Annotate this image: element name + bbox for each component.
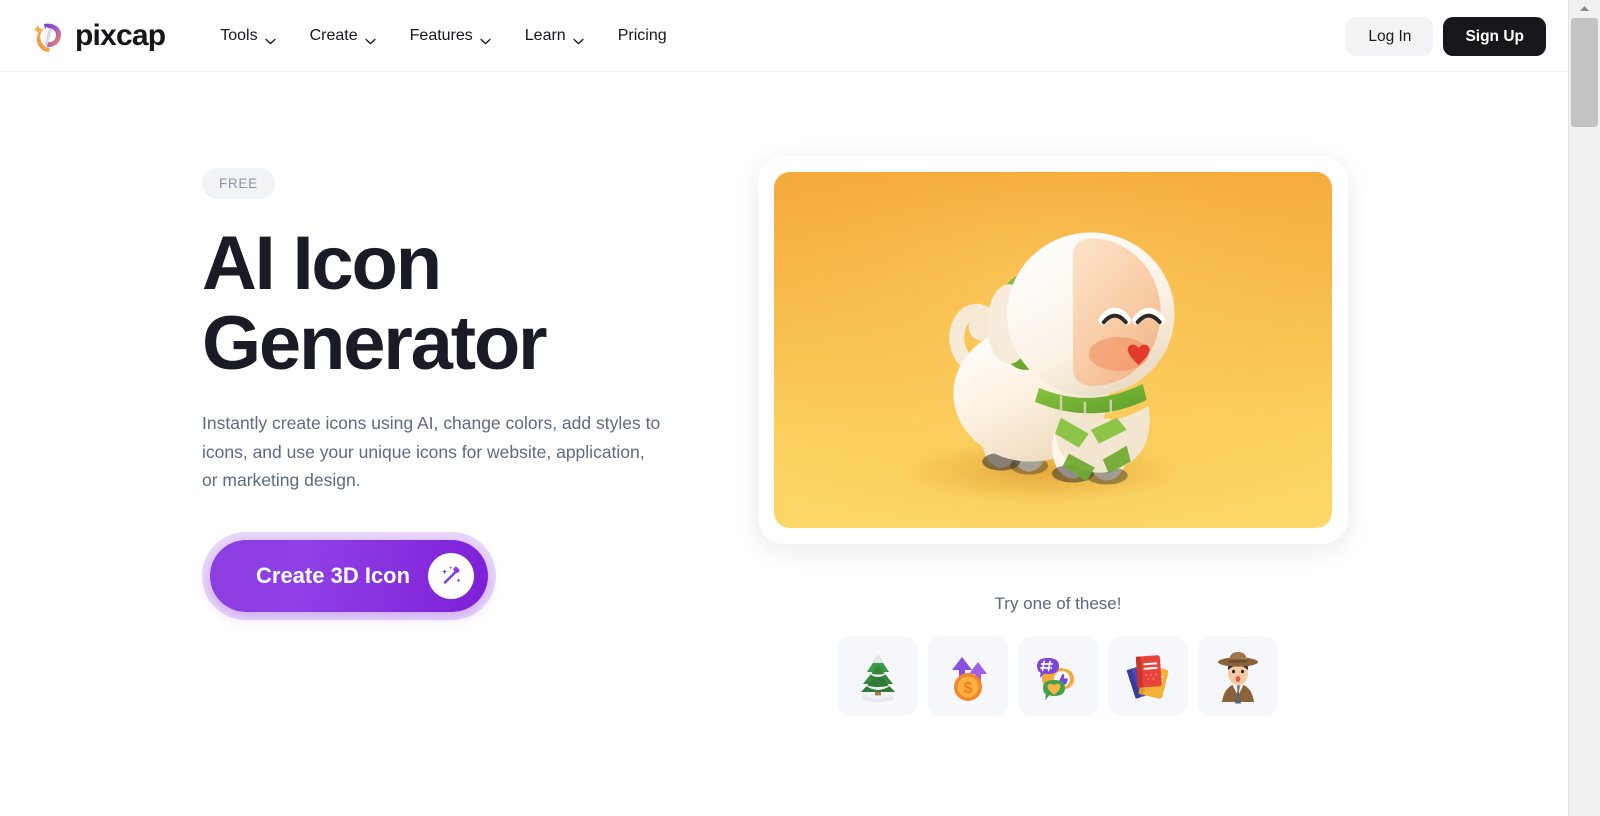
nav-item-label: Features [409, 26, 473, 44]
pixcap-balloon-logo-icon [32, 19, 66, 53]
try-one-label: Try one of these! [994, 594, 1122, 613]
detective-character-icon [1218, 652, 1258, 704]
page-scrollbar[interactable] [1568, 0, 1600, 816]
brand-logo-link[interactable]: pixcap [32, 18, 166, 53]
suggestion-thumbnails: $ [758, 636, 1358, 716]
svg-text:$: $ [964, 680, 973, 697]
page-title-line-1: AI Icon [202, 221, 442, 306]
header-actions: Log In Sign Up [1346, 17, 1546, 56]
thumbnail-social-chat-bubbles[interactable] [1018, 636, 1098, 716]
signup-button[interactable]: Sign Up [1443, 17, 1546, 56]
page-title: AI Icon Generator [202, 224, 672, 384]
scrollbar-thumb[interactable] [1571, 18, 1598, 127]
coin-growth-arrows-icon: $ [952, 657, 987, 701]
scrollbar-up-arrow-icon[interactable] [1569, 0, 1600, 17]
hero-preview-image [774, 172, 1332, 528]
thumbnail-snowy-pine-tree[interactable] [838, 636, 918, 716]
nav-item-label: Tools [220, 26, 258, 44]
thumbnail-detective-character[interactable] [1198, 636, 1278, 716]
browser-page: pixcap Tools Create Features Learn Prici… [0, 0, 1600, 816]
login-button[interactable]: Log In [1346, 17, 1434, 56]
hero-preview-column: Try one of these! $ [758, 156, 1358, 716]
stacked-books-icon [1126, 655, 1169, 699]
create-3d-icon-button[interactable]: Create 3D Icon [210, 539, 489, 612]
chevron-down-icon [573, 32, 584, 45]
cta-halo: Create 3D Icon [202, 531, 497, 620]
hero-section: FREE AI Icon Generator Instantly create … [0, 72, 1568, 816]
thumbnail-stacked-books[interactable] [1108, 636, 1188, 716]
brand-name: pixcap [75, 18, 166, 52]
chevron-down-icon [364, 32, 376, 45]
social-chat-bubbles-icon [1037, 658, 1074, 700]
nav-item-features[interactable]: Features [393, 19, 508, 53]
page-title-line-2: Generator [202, 301, 548, 386]
hero-subtitle: Instantly create icons using AI, change … [202, 413, 661, 490]
chevron-down-icon [264, 32, 276, 45]
hero-text-column: FREE AI Icon Generator Instantly create … [202, 168, 672, 620]
cta-label: Create 3D Icon [256, 562, 411, 588]
page-viewport: pixcap Tools Create Features Learn Prici… [0, 0, 1568, 816]
nav-item-create[interactable]: Create [293, 19, 393, 53]
magic-wand-icon [428, 552, 475, 599]
snowy-pine-tree-icon [861, 655, 895, 702]
chevron-down-icon [480, 32, 491, 45]
nav-item-pricing[interactable]: Pricing [601, 19, 684, 53]
main-navigation: Tools Create Features Learn Pricing [203, 19, 683, 53]
3d-dog-character-illustration-icon [774, 172, 1332, 528]
nav-item-label: Learn [524, 26, 566, 44]
thumbnail-coin-growth-arrows[interactable]: $ [928, 636, 1008, 716]
nav-item-learn[interactable]: Learn [508, 19, 601, 53]
nav-item-tools[interactable]: Tools [203, 19, 292, 53]
site-header: pixcap Tools Create Features Learn Prici… [0, 0, 1568, 72]
nav-item-label: Pricing [617, 26, 667, 44]
nav-item-label: Create [309, 26, 358, 44]
free-badge: FREE [202, 168, 275, 199]
hero-preview-card [758, 156, 1348, 544]
